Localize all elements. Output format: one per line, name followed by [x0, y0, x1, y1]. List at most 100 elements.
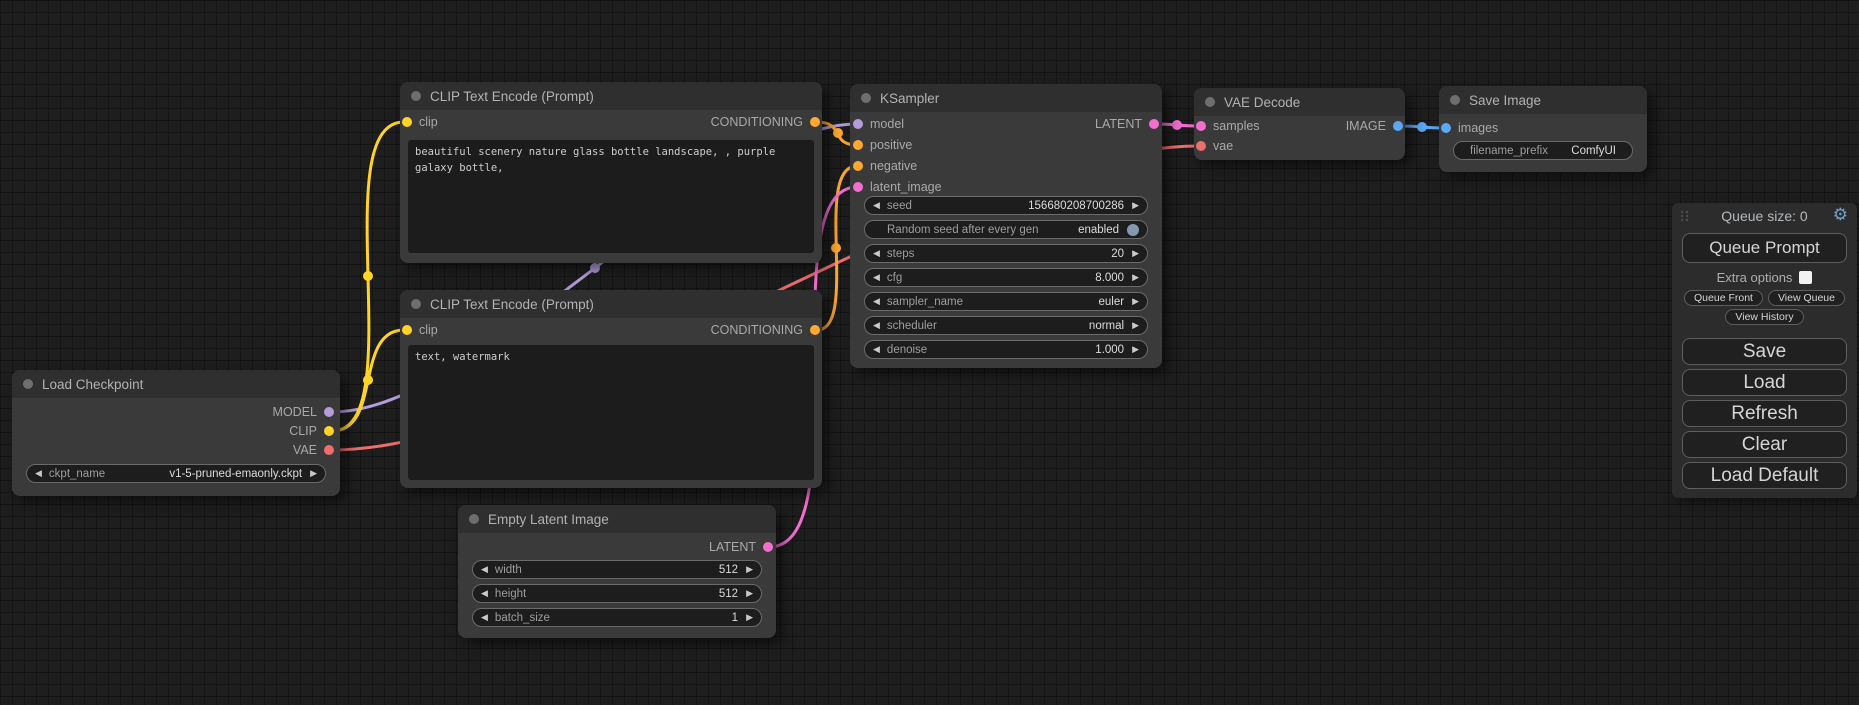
- decrement-arrow-icon[interactable]: ◀: [481, 565, 488, 574]
- clear-button[interactable]: Clear: [1682, 431, 1847, 458]
- input-slot-positive[interactable]: positive: [853, 135, 912, 155]
- increment-arrow-icon[interactable]: ▶: [746, 565, 753, 574]
- load-default-button[interactable]: Load Default: [1682, 462, 1847, 489]
- port-latent[interactable]: [1149, 119, 1159, 129]
- decrement-arrow-icon[interactable]: ◀: [873, 249, 880, 258]
- link-midpoint-dot[interactable]: [363, 375, 373, 385]
- increment-arrow-icon[interactable]: ▶: [1132, 249, 1139, 258]
- queue-front-button[interactable]: Queue Front: [1684, 290, 1763, 306]
- node-graph-canvas[interactable]: Load Checkpoint MODEL CLIP VAE ◀ ckpt_na…: [0, 0, 1859, 705]
- prompt-textarea[interactable]: text, watermark: [408, 345, 814, 480]
- collapse-dot-icon[interactable]: [1450, 95, 1460, 105]
- port-model[interactable]: [853, 119, 863, 129]
- input-slot-latent-image[interactable]: latent_image: [853, 177, 942, 197]
- output-slot-image[interactable]: IMAGE: [1346, 116, 1403, 136]
- input-slot-negative[interactable]: negative: [853, 156, 917, 176]
- batch-size-widget[interactable]: ◀ batch_size 1 ▶: [472, 608, 762, 627]
- node-load-checkpoint[interactable]: Load Checkpoint MODEL CLIP VAE ◀ ckpt_na…: [12, 370, 340, 496]
- decrement-arrow-icon[interactable]: ◀: [481, 589, 488, 598]
- output-slot-conditioning[interactable]: CONDITIONING: [711, 320, 820, 340]
- output-slot-clip[interactable]: CLIP: [289, 421, 334, 441]
- node-title-bar[interactable]: Save Image: [1439, 86, 1647, 114]
- width-widget[interactable]: ◀ width 512 ▶: [472, 560, 762, 579]
- link-midpoint-dot[interactable]: [1417, 122, 1427, 132]
- view-history-button[interactable]: View History: [1725, 309, 1803, 325]
- collapse-dot-icon[interactable]: [411, 299, 421, 309]
- queue-prompt-button[interactable]: Queue Prompt: [1682, 233, 1847, 263]
- port-clip[interactable]: [402, 117, 412, 127]
- increment-arrow-icon[interactable]: ▶: [1132, 321, 1139, 330]
- link-midpoint-dot[interactable]: [363, 271, 373, 281]
- node-title-bar[interactable]: Empty Latent Image: [458, 505, 776, 533]
- node-title-bar[interactable]: CLIP Text Encode (Prompt): [400, 290, 822, 318]
- node-title-bar[interactable]: CLIP Text Encode (Prompt): [400, 82, 822, 110]
- extra-options-checkbox[interactable]: [1799, 271, 1812, 284]
- cfg-widget[interactable]: ◀ cfg 8.000 ▶: [864, 268, 1148, 287]
- port-model[interactable]: [324, 407, 334, 417]
- decrement-arrow-icon[interactable]: ◀: [481, 613, 488, 622]
- port-clip[interactable]: [402, 325, 412, 335]
- node-clip-text-encode-negative[interactable]: CLIP Text Encode (Prompt) clip CONDITION…: [400, 290, 822, 488]
- toggle-on-icon[interactable]: [1127, 224, 1139, 236]
- sampler-name-widget[interactable]: ◀ sampler_name euler ▶: [864, 292, 1148, 311]
- node-save-image[interactable]: Save Image images filename_prefix ComfyU…: [1439, 86, 1647, 172]
- denoise-widget[interactable]: ◀ denoise 1.000 ▶: [864, 340, 1148, 359]
- increment-arrow-icon[interactable]: ▶: [1132, 273, 1139, 282]
- height-widget[interactable]: ◀ height 512 ▶: [472, 584, 762, 603]
- port-vae[interactable]: [1196, 141, 1206, 151]
- port-vae[interactable]: [324, 445, 334, 455]
- drag-handle-icon[interactable]: [1681, 211, 1689, 221]
- save-button[interactable]: Save: [1682, 338, 1847, 365]
- scheduler-widget[interactable]: ◀ scheduler normal ▶: [864, 316, 1148, 335]
- node-title-bar[interactable]: VAE Decode: [1194, 88, 1405, 116]
- collapse-dot-icon[interactable]: [23, 379, 33, 389]
- link-midpoint-dot[interactable]: [833, 128, 843, 138]
- decrement-arrow-icon[interactable]: ◀: [873, 321, 880, 330]
- collapse-dot-icon[interactable]: [1205, 97, 1215, 107]
- collapse-dot-icon[interactable]: [861, 93, 871, 103]
- increment-arrow-icon[interactable]: ▶: [746, 589, 753, 598]
- random-seed-toggle-widget[interactable]: Random seed after every gen enabled: [864, 220, 1148, 239]
- prompt-textarea[interactable]: beautiful scenery nature glass bottle la…: [408, 140, 814, 253]
- decrement-arrow-icon[interactable]: ◀: [873, 345, 880, 354]
- node-title-bar[interactable]: KSampler: [850, 84, 1162, 112]
- node-title-bar[interactable]: Load Checkpoint: [12, 370, 340, 398]
- port-conditioning[interactable]: [810, 325, 820, 335]
- node-clip-text-encode-positive[interactable]: CLIP Text Encode (Prompt) clip CONDITION…: [400, 82, 822, 263]
- port-clip[interactable]: [324, 426, 334, 436]
- increment-arrow-icon[interactable]: ▶: [310, 469, 317, 478]
- port-conditioning[interactable]: [853, 140, 863, 150]
- output-slot-conditioning[interactable]: CONDITIONING: [711, 112, 820, 132]
- node-empty-latent-image[interactable]: Empty Latent Image LATENT ◀ width 512 ▶ …: [458, 505, 776, 638]
- port-latent[interactable]: [853, 182, 863, 192]
- output-slot-latent[interactable]: LATENT: [1095, 114, 1159, 134]
- ckpt-name-widget[interactable]: ◀ ckpt_name v1-5-pruned-emaonly.ckpt ▶: [26, 464, 326, 483]
- load-button[interactable]: Load: [1682, 369, 1847, 396]
- input-slot-vae[interactable]: vae: [1196, 136, 1233, 156]
- node-vae-decode[interactable]: VAE Decode samples vae IMAGE: [1194, 88, 1405, 160]
- increment-arrow-icon[interactable]: ▶: [1132, 345, 1139, 354]
- link-midpoint-dot[interactable]: [590, 263, 600, 273]
- output-slot-model[interactable]: MODEL: [273, 402, 334, 422]
- node-ksampler[interactable]: KSampler model positive negative latent_…: [850, 84, 1162, 368]
- decrement-arrow-icon[interactable]: ◀: [873, 297, 880, 306]
- gear-icon[interactable]: ⚙: [1833, 205, 1848, 225]
- link-midpoint-dot[interactable]: [1172, 120, 1182, 130]
- filename-prefix-widget[interactable]: filename_prefix ComfyUI: [1453, 141, 1633, 160]
- view-queue-button[interactable]: View Queue: [1768, 290, 1845, 306]
- input-slot-model[interactable]: model: [853, 114, 904, 134]
- input-slot-samples[interactable]: samples: [1196, 116, 1260, 136]
- input-slot-clip[interactable]: clip: [402, 112, 438, 132]
- decrement-arrow-icon[interactable]: ◀: [35, 469, 42, 478]
- output-slot-latent[interactable]: LATENT: [709, 537, 773, 557]
- steps-widget[interactable]: ◀ steps 20 ▶: [864, 244, 1148, 263]
- port-latent[interactable]: [763, 542, 773, 552]
- seed-widget[interactable]: ◀ seed 156680208700286 ▶: [864, 196, 1148, 215]
- input-slot-clip[interactable]: clip: [402, 320, 438, 340]
- port-conditioning[interactable]: [853, 161, 863, 171]
- collapse-dot-icon[interactable]: [469, 514, 479, 524]
- increment-arrow-icon[interactable]: ▶: [1132, 297, 1139, 306]
- port-conditioning[interactable]: [810, 117, 820, 127]
- increment-arrow-icon[interactable]: ▶: [1132, 201, 1139, 210]
- refresh-button[interactable]: Refresh: [1682, 400, 1847, 427]
